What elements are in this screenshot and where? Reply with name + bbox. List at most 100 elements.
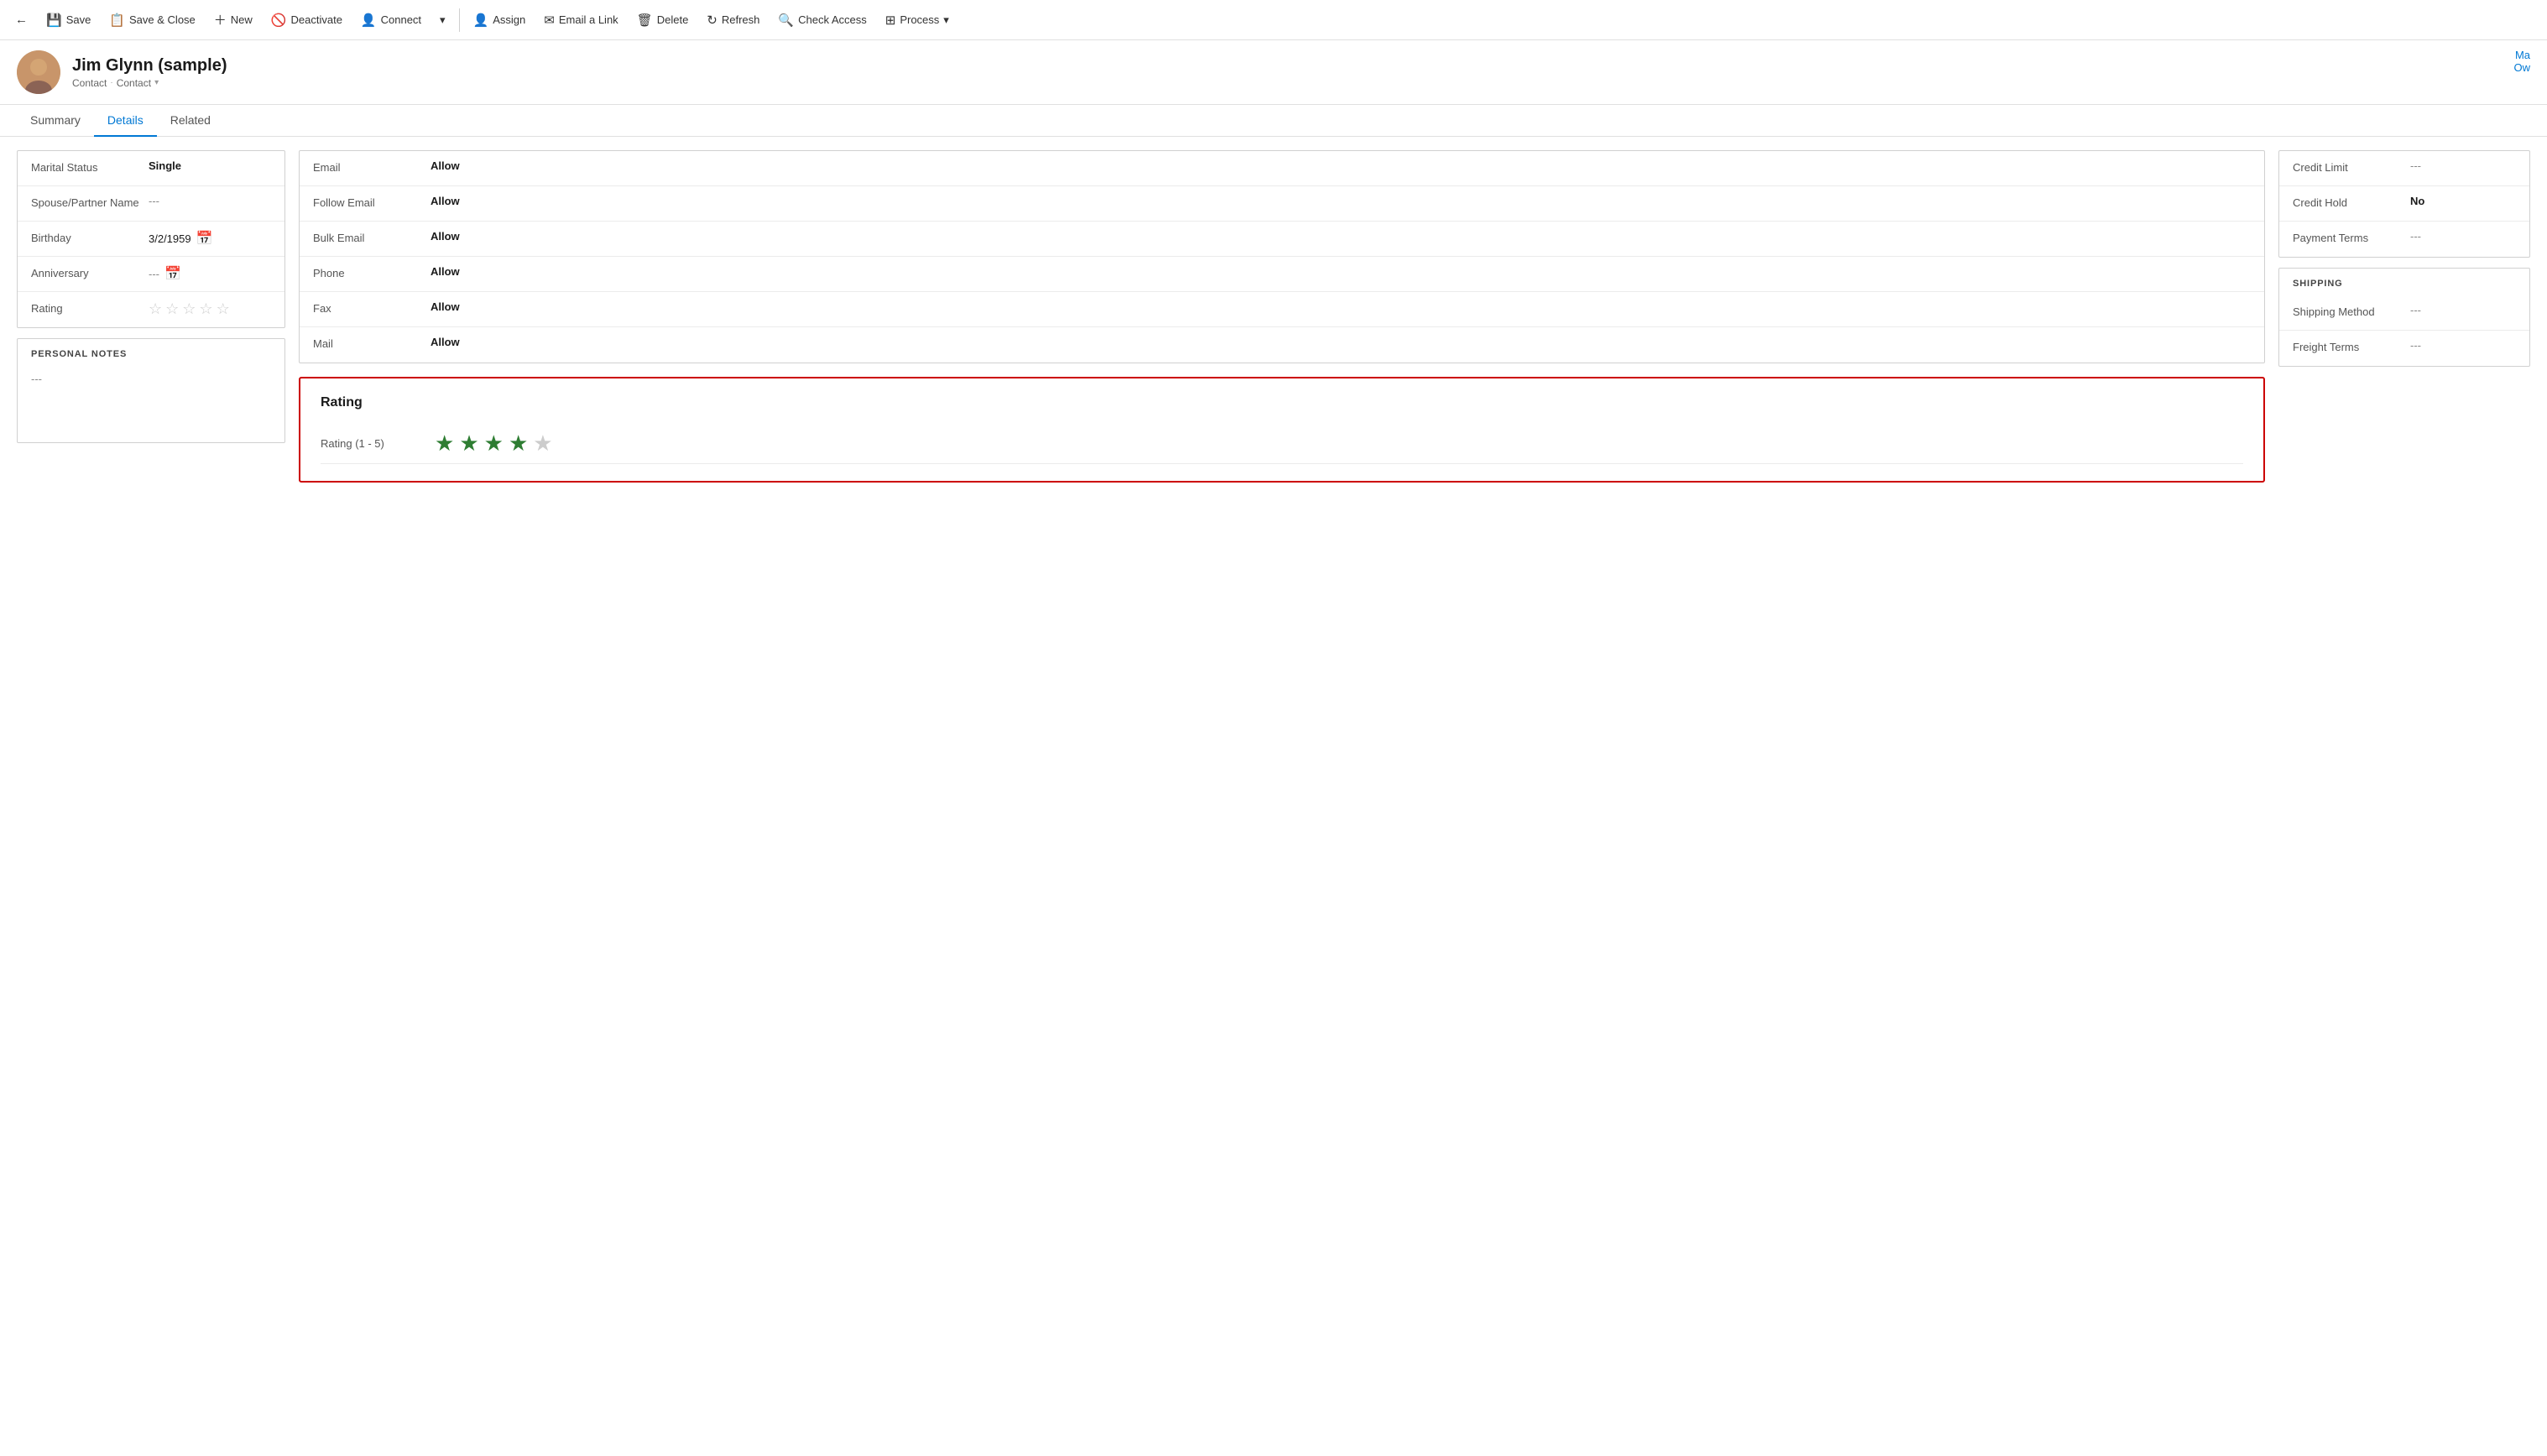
save-close-button[interactable]: 📋 Save & Close [101, 8, 203, 33]
left-column: Marital Status Single Spouse/Partner Nam… [17, 150, 285, 443]
birthday-calendar-icon[interactable]: 📅 [196, 230, 213, 247]
field-label-mail: Mail [313, 336, 431, 350]
shipping-title: SHIPPING [2279, 269, 2529, 295]
field-marital-status: Marital Status Single [18, 151, 284, 186]
process-icon: ⊞ [885, 13, 896, 28]
breadcrumb-separator: · [110, 78, 112, 87]
delete-icon: 🗑 [637, 13, 653, 28]
new-button[interactable]: ＋ New [206, 6, 261, 34]
tab-summary[interactable]: Summary [17, 105, 94, 137]
field-email: Email Allow [300, 151, 2264, 186]
field-value-payment-terms: --- [2410, 230, 2516, 243]
personal-notes-value: --- [18, 366, 284, 392]
personal-info-panel: Marital Status Single Spouse/Partner Nam… [17, 150, 285, 328]
field-value-credit-hold: No [2410, 195, 2516, 207]
popup-star-5[interactable]: ★ [533, 431, 552, 457]
rating-popup-stars[interactable]: ★ ★ ★ ★ ★ [435, 431, 553, 457]
field-freight-terms: Freight Terms --- [2279, 331, 2529, 366]
star-2[interactable]: ☆ [165, 300, 179, 318]
breadcrumb-contact2: Contact [117, 77, 151, 89]
assign-button[interactable]: 👤 Assign [465, 8, 535, 33]
field-value-fax: Allow [431, 300, 2251, 313]
deactivate-icon: 🚫 [271, 13, 287, 28]
connect-icon: 👤 [361, 13, 377, 28]
tab-related[interactable]: Related [157, 105, 224, 137]
field-value-marital-status: Single [149, 159, 271, 172]
field-value-phone: Allow [431, 265, 2251, 278]
field-fax: Fax Allow [300, 292, 2264, 327]
check-access-icon: 🔍 [778, 13, 794, 28]
field-label-freight-terms: Freight Terms [2293, 339, 2410, 353]
field-value-shipping-method: --- [2410, 304, 2516, 316]
check-access-button[interactable]: 🔍 Check Access [770, 8, 874, 33]
field-value-rating: ☆ ☆ ☆ ☆ ☆ [149, 300, 271, 318]
record-header: Jim Glynn (sample) Contact · Contact ▾ M… [0, 40, 2547, 105]
right-column: Credit Limit --- Credit Hold No Payment … [2278, 150, 2530, 367]
star-1[interactable]: ☆ [149, 300, 162, 318]
field-label-credit-limit: Credit Limit [2293, 159, 2410, 174]
field-label-phone: Phone [313, 265, 431, 279]
toolbar: ← 💾 Save 📋 Save & Close ＋ New 🚫 Deactiva… [0, 0, 2547, 40]
anniversary-calendar-icon[interactable]: 📅 [164, 265, 181, 282]
field-follow-email: Follow Email Allow [300, 186, 2264, 222]
deactivate-button[interactable]: 🚫 Deactivate [263, 8, 351, 33]
more-button[interactable]: ▾ [431, 8, 454, 32]
shipping-panel: SHIPPING Shipping Method --- Freight Ter… [2278, 268, 2530, 367]
refresh-icon: ↻ [707, 13, 718, 28]
save-close-icon: 📋 [109, 13, 125, 28]
email-link-button[interactable]: ✉ Email a Link [535, 8, 626, 33]
new-icon: ＋ [214, 11, 227, 29]
field-label-email: Email [313, 159, 431, 174]
popup-star-2[interactable]: ★ [459, 431, 478, 457]
field-mail: Mail Allow [300, 327, 2264, 363]
field-spouse: Spouse/Partner Name --- [18, 186, 284, 222]
process-more-icon: ▾ [943, 13, 949, 27]
field-label-credit-hold: Credit Hold [2293, 195, 2410, 209]
field-value-spouse: --- [149, 195, 271, 207]
breadcrumb-contact: Contact [72, 77, 107, 89]
personal-notes-panel: PERSONAL NOTES --- [17, 338, 285, 443]
back-button[interactable]: ← [7, 8, 36, 32]
refresh-button[interactable]: ↻ Refresh [698, 8, 768, 33]
assign-icon: 👤 [473, 13, 489, 28]
separator-1 [459, 8, 460, 32]
tab-details[interactable]: Details [94, 105, 157, 137]
delete-button[interactable]: 🗑 Delete [629, 8, 697, 33]
field-value-follow-email: Allow [431, 195, 2251, 207]
field-label-rating: Rating [31, 300, 149, 315]
personal-notes-title: PERSONAL NOTES [18, 339, 284, 366]
star-5[interactable]: ☆ [217, 300, 230, 318]
breadcrumb: Contact · Contact ▾ [72, 77, 2530, 89]
field-value-bulk-email: Allow [431, 230, 2251, 243]
email-icon: ✉ [544, 13, 555, 28]
star-3[interactable]: ☆ [182, 300, 196, 318]
field-payment-terms: Payment Terms --- [2279, 222, 2529, 257]
field-label-follow-email: Follow Email [313, 195, 431, 209]
popup-star-4[interactable]: ★ [509, 431, 528, 457]
avatar [17, 50, 60, 94]
field-birthday: Birthday 3/2/1959 📅 [18, 222, 284, 257]
field-label-birthday: Birthday [31, 230, 149, 244]
save-icon: 💾 [46, 13, 62, 28]
star-4[interactable]: ☆ [199, 300, 212, 318]
field-label-bulk-email: Bulk Email [313, 230, 431, 244]
field-credit-limit: Credit Limit --- [2279, 151, 2529, 186]
main-content: Marital Status Single Spouse/Partner Nam… [0, 137, 2547, 496]
more-icon: ▾ [440, 13, 446, 27]
field-rating: Rating ☆ ☆ ☆ ☆ ☆ [18, 292, 284, 327]
process-button[interactable]: ⊞ Process ▾ [877, 8, 958, 33]
breadcrumb-chevron[interactable]: ▾ [154, 78, 159, 87]
connect-button[interactable]: 👤 Connect [352, 8, 430, 33]
popup-star-1[interactable]: ★ [435, 431, 454, 457]
record-title-area: Jim Glynn (sample) Contact · Contact ▾ [72, 56, 2530, 89]
field-phone: Phone Allow [300, 257, 2264, 292]
field-label-payment-terms: Payment Terms [2293, 230, 2410, 244]
save-button[interactable]: 💾 Save [38, 8, 99, 33]
field-label-fax: Fax [313, 300, 431, 315]
contact-preferences-panel: Email Allow Follow Email Allow Bulk Emai… [299, 150, 2265, 363]
field-label-anniversary: Anniversary [31, 265, 149, 279]
popup-star-3[interactable]: ★ [484, 431, 504, 457]
rating-popup-title: Rating [321, 395, 2243, 410]
rating-stars-empty[interactable]: ☆ ☆ ☆ ☆ ☆ [149, 300, 230, 318]
rating-popup-row: Rating (1 - 5) ★ ★ ★ ★ ★ [321, 424, 2243, 464]
